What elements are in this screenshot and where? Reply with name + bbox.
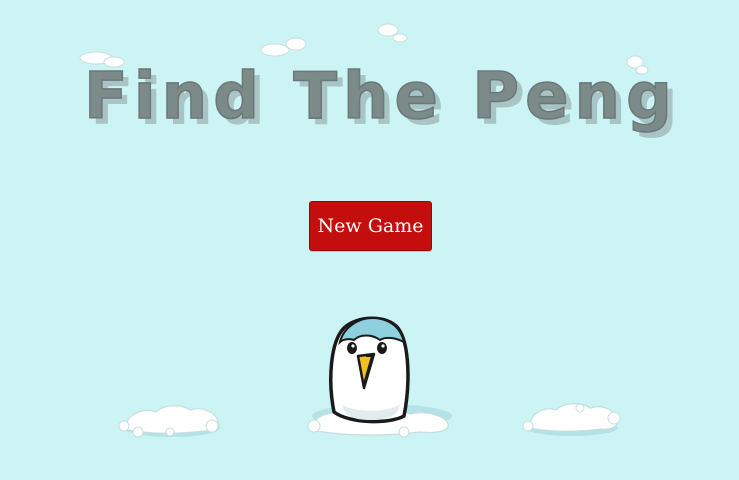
penguin-icon[interactable] [300,312,460,442]
game-title: Find The Penguins Find The Penguins [70,18,680,143]
snow-pile-left-icon[interactable] [112,398,232,440]
new-game-button[interactable]: New Game [309,201,432,251]
title-text: Find The Penguins [84,60,680,134]
game-title-graphic: Find The Penguins Find The Penguins [79,23,680,140]
snow-pile-right-icon[interactable] [516,396,628,438]
penguin-eye-right [377,342,387,354]
game-stage: Find The Penguins Find The Penguins New … [0,0,739,480]
penguin-eye-left [347,342,357,354]
